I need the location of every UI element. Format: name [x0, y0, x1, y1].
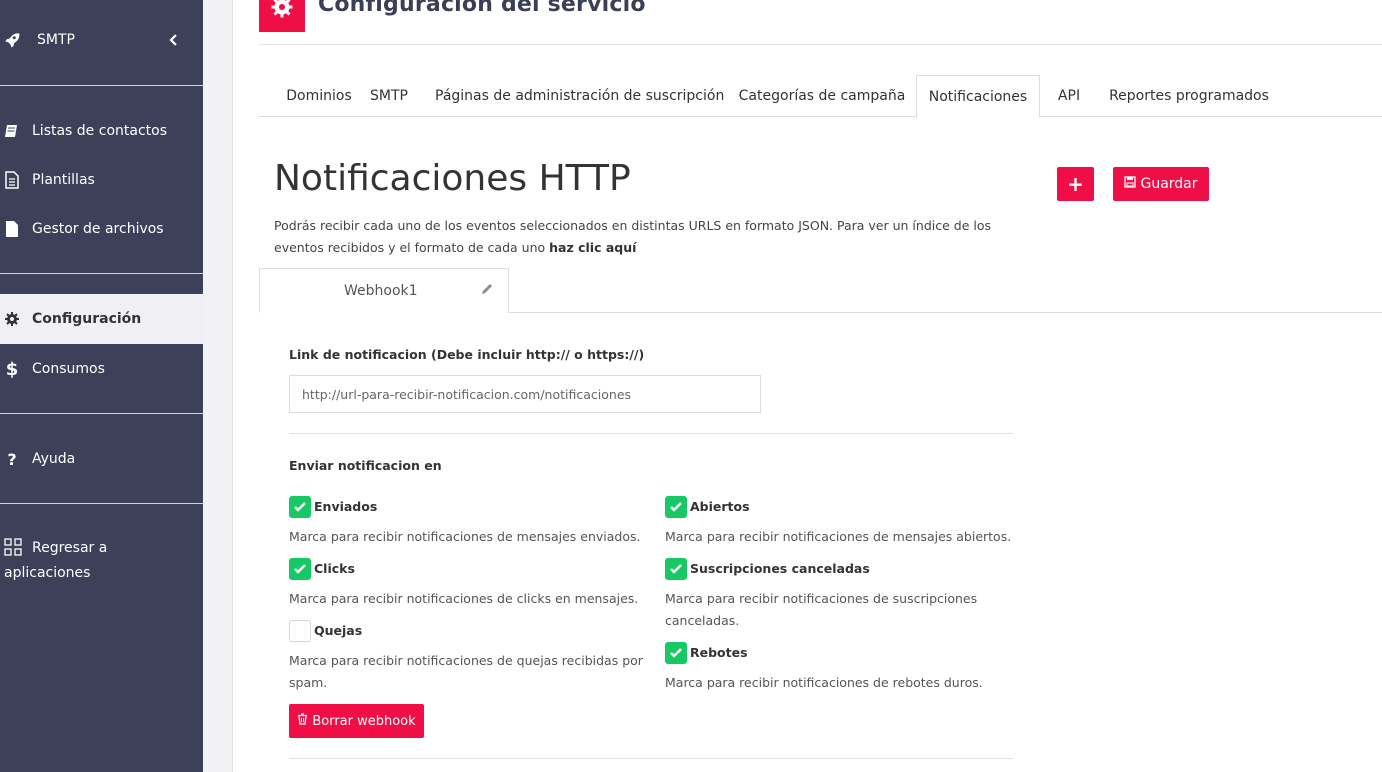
page-header-title: Configuración del servicio: [318, 0, 646, 17]
clicks-checkbox[interactable]: [289, 558, 311, 580]
notification-url-input[interactable]: [289, 375, 761, 413]
tab-scheduled-reports[interactable]: Reportes programados: [1102, 75, 1276, 117]
check-icon: [670, 564, 682, 574]
sidebar-item-smtp[interactable]: SMTP: [0, 28, 203, 52]
sidebar-item-label: Ayuda: [32, 451, 76, 467]
page-title: Notificaciones HTTP: [274, 158, 631, 199]
chevron-left-icon[interactable]: [168, 28, 180, 56]
sidebar-divider: [0, 413, 203, 414]
sidebar-item-configuration[interactable]: Configuración: [0, 294, 203, 344]
save-button-label: Guardar: [1140, 176, 1198, 192]
dollar-icon: $: [5, 358, 19, 380]
rebotes-desc: Marca para recibir notificaciones de reb…: [665, 675, 983, 690]
abiertos-label: Abiertos: [690, 499, 750, 514]
file-icon: [2, 220, 22, 238]
rebotes-checkbox[interactable]: [665, 642, 687, 664]
check-icon: [670, 502, 682, 512]
main-content: Configuración del servicio Dominios SMTP…: [233, 0, 1382, 772]
sidebar-item-file-manager[interactable]: Gestor de archivos: [0, 217, 203, 241]
sidebar-item-label: Regresar a aplicaciones: [4, 538, 134, 584]
delete-webhook-button[interactable]: Borrar webhook: [289, 704, 424, 738]
question-icon: ?: [7, 449, 17, 469]
rebotes-label: Rebotes: [690, 645, 748, 660]
sidebar-item-label: Consumos: [32, 361, 105, 377]
sidebar-item-label: Gestor de archivos: [32, 221, 164, 237]
suscripciones-canceladas-label: Suscripciones canceladas: [690, 561, 870, 576]
sidebar-item-label: Plantillas: [32, 172, 95, 188]
tab-notifications[interactable]: Notificaciones: [916, 75, 1040, 118]
link-field-label: Link de notificacion (Debe incluir http:…: [289, 347, 645, 362]
add-webhook-button[interactable]: +: [1057, 167, 1094, 201]
suscripciones-canceladas-desc-line2: canceladas.: [665, 613, 740, 628]
webhook-tabs: Webhook1: [259, 268, 1382, 313]
send-notification-label: Enviar notificacion en: [289, 458, 442, 473]
clicks-label: Clicks: [314, 561, 355, 576]
sidebar-item-label: Configuración: [32, 311, 142, 327]
index-link[interactable]: haz clic aquí: [549, 240, 636, 255]
grid-icon: [4, 538, 22, 563]
enviados-checkbox[interactable]: [289, 496, 311, 518]
tab-campaign-categories[interactable]: Categorías de campaña: [735, 75, 909, 117]
gear-icon: [2, 311, 22, 327]
suscripciones-canceladas-checkbox[interactable]: [665, 558, 687, 580]
floppy-icon: [1124, 176, 1140, 192]
header-divider: [259, 44, 1382, 45]
quejas-desc-line1: Marca para recibir notificaciones de que…: [289, 653, 643, 668]
check-icon: [670, 648, 682, 658]
check-icon: [294, 564, 306, 574]
webhook-tab-label: Webhook1: [344, 283, 418, 299]
sidebar-item-label: SMTP: [37, 32, 75, 48]
sidebar-divider: [0, 503, 203, 504]
sidebar-item-contact-lists[interactable]: Listas de contactos: [0, 119, 203, 143]
tab-smtp[interactable]: SMTP: [363, 75, 415, 117]
quejas-label: Quejas: [314, 623, 363, 638]
sidebar: SMTP Listas de contactos Plantillas Gest…: [0, 0, 203, 772]
header-icon-box: [259, 0, 305, 32]
sidebar-item-back-to-apps[interactable]: Regresar a aplicaciones: [0, 538, 203, 582]
abiertos-checkbox[interactable]: [665, 496, 687, 518]
enviados-label: Enviados: [314, 499, 378, 514]
tab-subscription-pages[interactable]: Páginas de administración de suscripción: [435, 75, 724, 117]
enviados-desc: Marca para recibir notificaciones de men…: [289, 529, 641, 544]
pencil-icon[interactable]: [480, 281, 494, 300]
delete-webhook-label: Borrar webhook: [312, 713, 416, 729]
tab-api[interactable]: API: [1048, 75, 1090, 117]
settings-tabs: Dominios SMTP Páginas de administración …: [259, 75, 1382, 118]
sidebar-item-consumption[interactable]: $ Consumos: [0, 357, 203, 381]
sidebar-divider: [0, 85, 203, 86]
sidebar-item-help[interactable]: ? Ayuda: [0, 447, 203, 471]
webhook-tab[interactable]: Webhook1: [259, 268, 509, 313]
page-description: Podrás recibir cada uno de los eventos s…: [274, 215, 1014, 259]
abiertos-desc: Marca para recibir notificaciones de men…: [665, 529, 1012, 544]
gear-icon: [270, 0, 294, 23]
quejas-desc-line2: spam.: [289, 675, 328, 690]
content-gutter: [203, 0, 233, 772]
trash-icon: [297, 713, 312, 729]
clicks-desc: Marca para recibir notificaciones de cli…: [289, 591, 639, 606]
suscripciones-canceladas-desc-line1: Marca para recibir notificaciones de sus…: [665, 591, 978, 606]
sidebar-item-label: Listas de contactos: [32, 123, 167, 139]
sidebar-divider: [0, 273, 203, 274]
sidebar-item-templates[interactable]: Plantillas: [0, 168, 203, 192]
rocket-icon: [2, 31, 22, 49]
check-icon: [294, 502, 306, 512]
document-icon: [2, 171, 22, 189]
form-bottom-divider: [289, 758, 1013, 759]
form-divider: [289, 433, 1013, 434]
save-button[interactable]: Guardar: [1113, 167, 1209, 201]
book-icon: [2, 123, 22, 139]
quejas-checkbox[interactable]: [289, 620, 311, 642]
tab-domains[interactable]: Dominios: [259, 75, 379, 117]
